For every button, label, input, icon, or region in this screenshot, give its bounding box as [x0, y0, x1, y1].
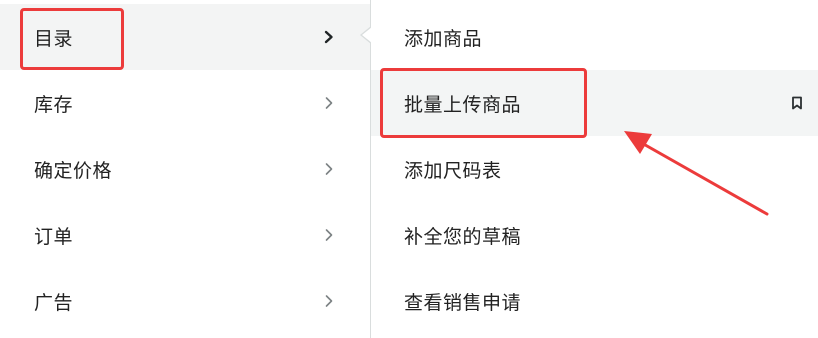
chevron-right-icon	[324, 30, 333, 44]
menu-item-label: 广告	[34, 291, 74, 314]
submenu-item-complete-drafts[interactable]: 补全您的草稿	[371, 202, 818, 268]
menu-item-label: 目录	[34, 27, 74, 50]
submenu-item-add-product[interactable]: 添加商品	[371, 4, 818, 70]
menu-item-inventory[interactable]: 库存	[0, 70, 370, 136]
submenu-item-label: 批量上传商品	[404, 93, 522, 116]
submenu: 添加商品 批量上传商品 添加尺码表 补全您的草稿 查看销售申请	[371, 0, 818, 338]
menu-screenshot: 目录 库存 确定价格 订单 广告 添加商品 批量上传商品 添加尺码表 补全您的草…	[0, 0, 818, 338]
menu-item-label: 订单	[34, 225, 74, 248]
menu-item-advertising[interactable]: 广告	[0, 268, 370, 334]
menu-item-catalog[interactable]: 目录	[0, 4, 370, 70]
submenu-item-bulk-upload[interactable]: 批量上传商品	[371, 70, 818, 136]
submenu-item-label: 补全您的草稿	[404, 225, 522, 248]
submenu-item-label: 添加商品	[404, 27, 483, 50]
menu-item-orders[interactable]: 订单	[0, 202, 370, 268]
submenu-item-view-selling-applications[interactable]: 查看销售申请	[371, 268, 818, 334]
chevron-right-icon	[325, 295, 333, 307]
chevron-right-icon	[325, 229, 333, 241]
bookmark-icon[interactable]	[791, 96, 803, 110]
chevron-right-icon	[325, 97, 333, 109]
submenu-item-add-size-chart[interactable]: 添加尺码表	[371, 136, 818, 202]
submenu-item-label: 查看销售申请	[404, 291, 522, 314]
menu-item-pricing[interactable]: 确定价格	[0, 136, 370, 202]
submenu-item-label: 添加尺码表	[404, 159, 502, 182]
main-menu: 目录 库存 确定价格 订单 广告	[0, 0, 370, 338]
menu-item-label: 库存	[34, 93, 74, 116]
chevron-right-icon	[325, 163, 333, 175]
menu-item-label: 确定价格	[34, 159, 113, 182]
